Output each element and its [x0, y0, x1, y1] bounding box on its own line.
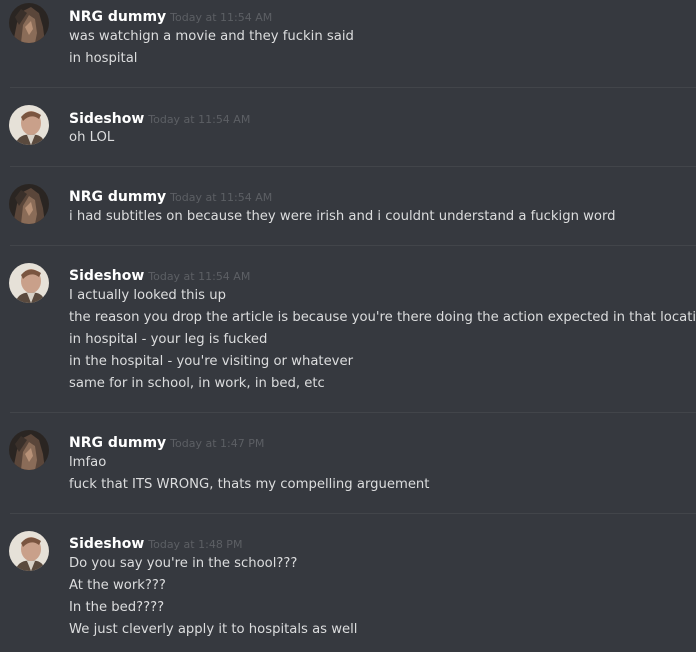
message-line: At the work??? [69, 578, 166, 593]
timestamp: Today at 11:54 AM [170, 191, 273, 204]
message-line: was watchign a movie and they fuckin sai… [69, 29, 354, 44]
message-line: We just cleverly apply it to hospitals a… [69, 622, 358, 637]
timestamp: Today at 11:54 AM [148, 270, 251, 283]
timestamp: Today at 1:48 PM [148, 538, 243, 551]
message-line: the reason you drop the article is becau… [69, 310, 696, 325]
message-divider [10, 245, 696, 246]
message-line: in hospital [69, 51, 138, 66]
username[interactable]: Sideshow [69, 536, 144, 552]
message-line: in the hospital - you're visiting or wha… [69, 354, 354, 369]
sideshow-avatar[interactable] [9, 531, 49, 571]
nrg-avatar[interactable] [9, 3, 49, 43]
username[interactable]: Sideshow [69, 111, 144, 127]
message-divider [10, 513, 696, 514]
message-line: same for in school, in work, in bed, etc [69, 376, 325, 391]
message-line: fuck that ITS WRONG, thats my compelling… [69, 477, 430, 492]
timestamp: Today at 11:54 AM [148, 113, 251, 126]
username[interactable]: NRG dummy [69, 9, 166, 25]
username[interactable]: NRG dummy [69, 435, 166, 451]
message-line: Do you say you're in the school??? [69, 556, 298, 571]
nrg-avatar[interactable] [9, 430, 49, 470]
message-line: I actually looked this up [69, 288, 226, 303]
sideshow-avatar[interactable] [9, 263, 49, 303]
message-line: i had subtitles on because they were iri… [69, 209, 616, 224]
message-line: lmfao [69, 455, 107, 470]
nrg-avatar[interactable] [9, 184, 49, 224]
message-line: oh LOL [69, 130, 115, 145]
username[interactable]: NRG dummy [69, 189, 166, 205]
message-line: in hospital - your leg is fucked [69, 332, 268, 347]
sideshow-avatar[interactable] [9, 105, 49, 145]
timestamp: Today at 11:54 AM [170, 11, 273, 24]
message-divider [10, 412, 696, 413]
timestamp: Today at 1:47 PM [170, 437, 265, 450]
chat-message-list: NRG dummy Today at 11:54 AM was watchign … [0, 0, 696, 652]
message-divider [10, 87, 696, 88]
message-divider [10, 166, 696, 167]
username[interactable]: Sideshow [69, 268, 144, 284]
message-line: In the bed???? [69, 600, 165, 615]
